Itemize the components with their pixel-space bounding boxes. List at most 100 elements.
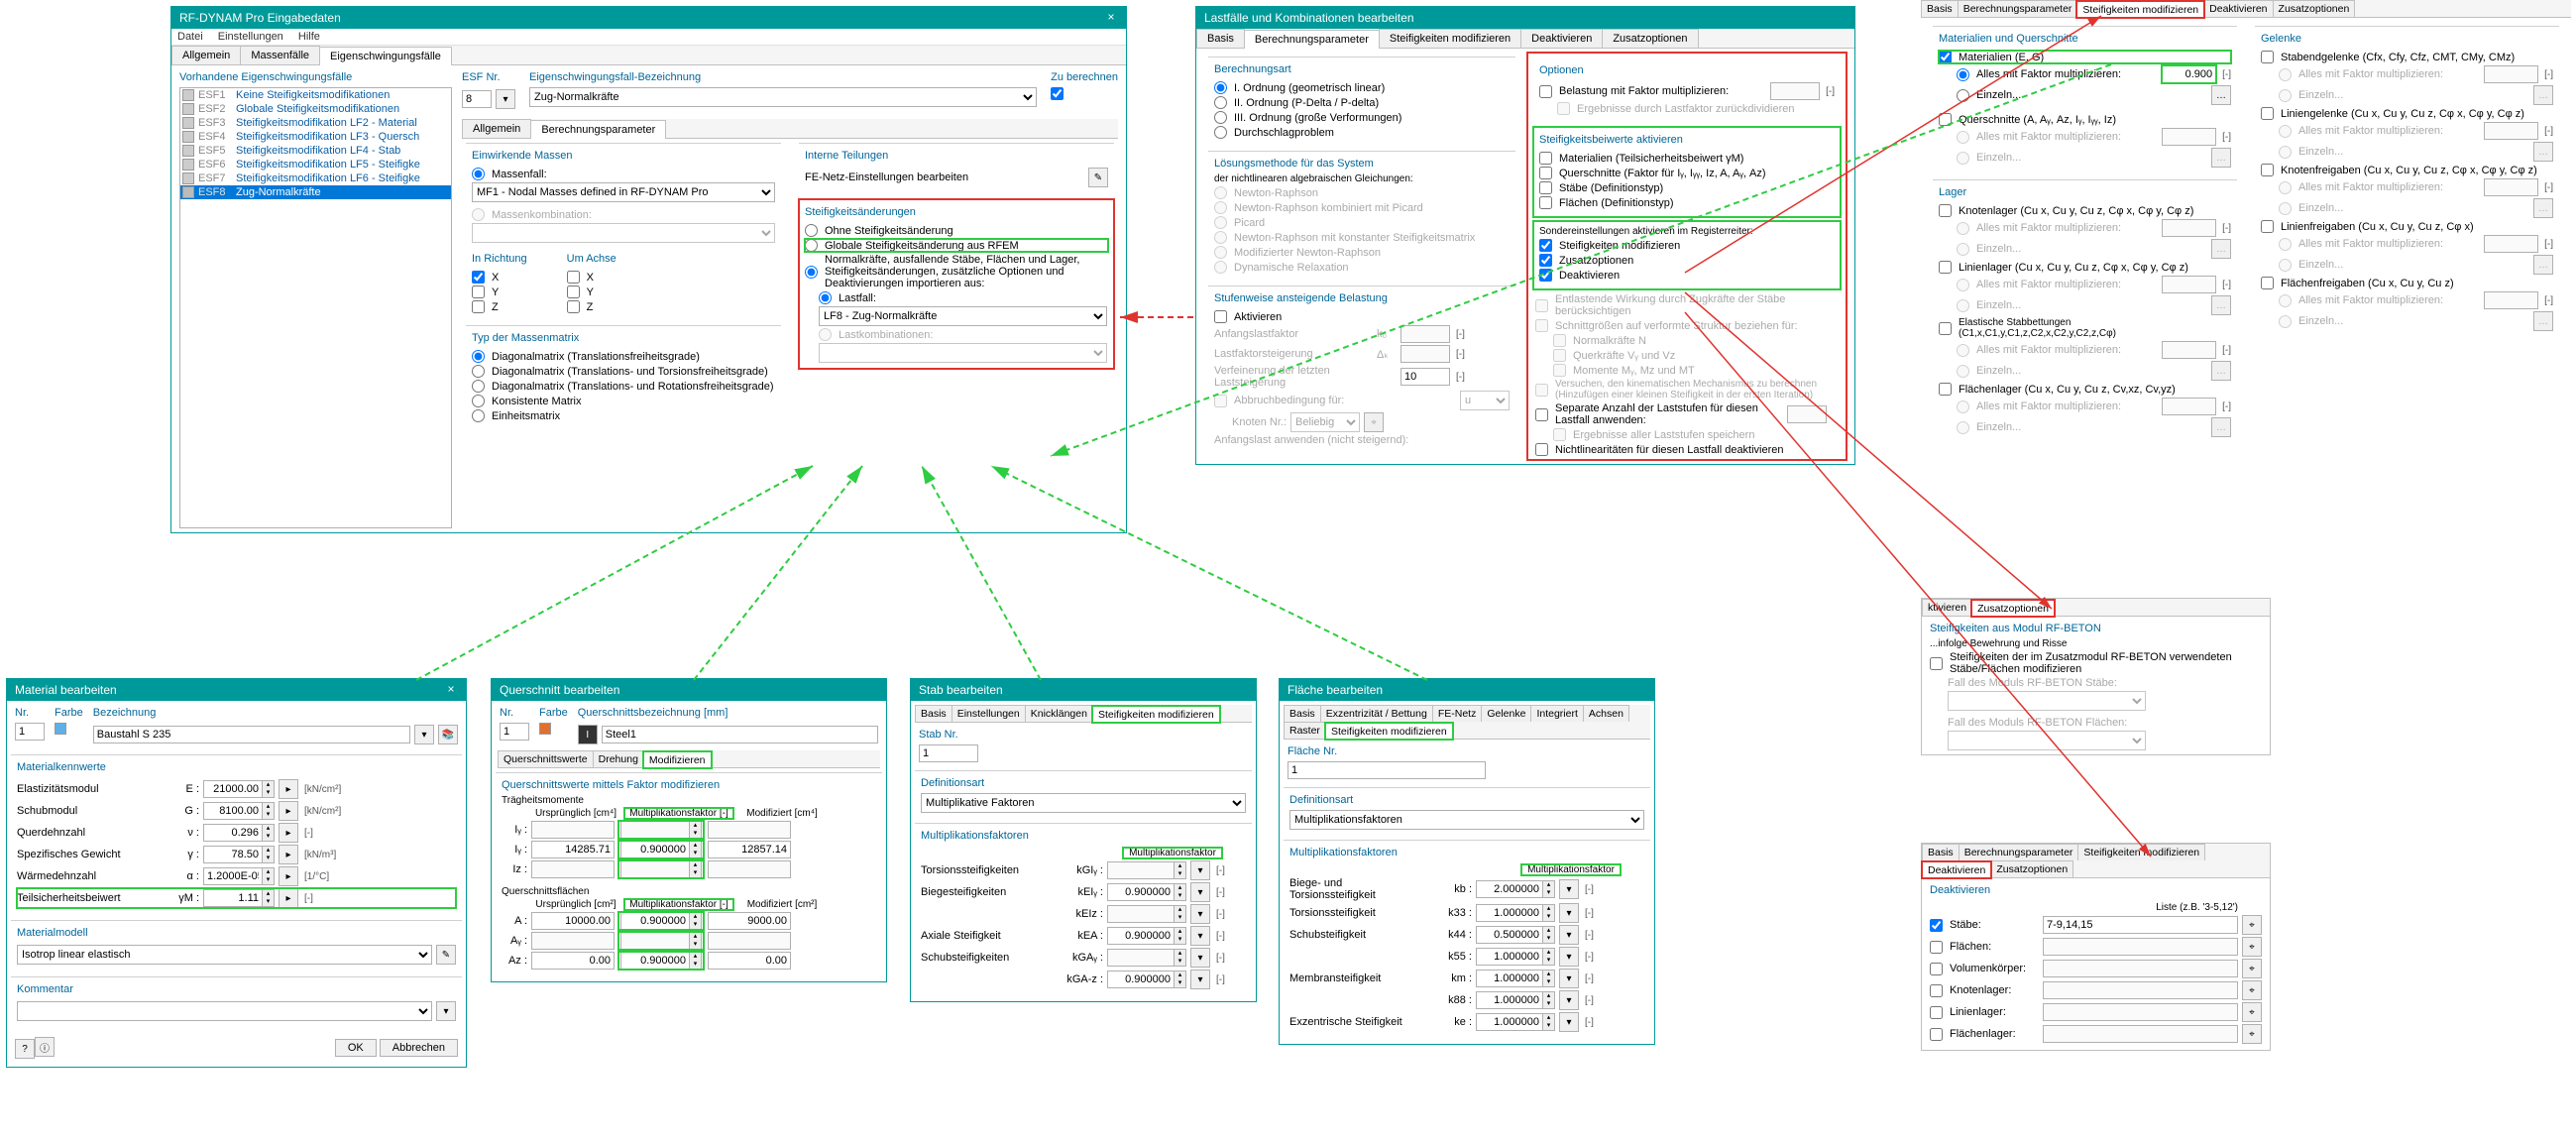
- typ-opt-4[interactable]: [472, 409, 485, 422]
- typ-opt-2[interactable]: [472, 380, 485, 393]
- extra-icon[interactable]: ▸: [279, 866, 298, 886]
- zu-tab-zusatz[interactable]: Zusatzoptionen: [1971, 600, 2055, 617]
- edit-icon[interactable]: …: [2211, 85, 2231, 105]
- dropdown-icon[interactable]: ▾: [1559, 947, 1579, 967]
- st-stabgel-chk[interactable]: [2261, 51, 2274, 63]
- esf-bez-select[interactable]: Zug-Normalkräfte: [529, 87, 1037, 107]
- massenfall-radio[interactable]: [472, 168, 485, 180]
- spinner-icon[interactable]: ▴▾: [1543, 904, 1555, 922]
- dropdown-icon[interactable]: ▾: [1190, 904, 1210, 924]
- ax-x-chk[interactable]: [567, 271, 580, 284]
- st-fllager-chk[interactable]: [1939, 383, 1952, 396]
- lf-tab-zusatz[interactable]: Zusatzoptionen: [1602, 29, 1698, 48]
- sonder-1[interactable]: [1539, 254, 1552, 267]
- deakt-row-chk[interactable]: [1930, 984, 1943, 997]
- dropdown-icon[interactable]: ▾: [1559, 903, 1579, 923]
- nichtlin-chk[interactable]: [1535, 443, 1548, 456]
- mat-row-input[interactable]: [203, 780, 263, 798]
- spinner-icon[interactable]: ▴▾: [1175, 949, 1186, 967]
- info-icon[interactable]: ⓘ: [35, 1037, 55, 1057]
- mat-row-input[interactable]: [203, 889, 263, 907]
- mat-nr-input[interactable]: [15, 723, 45, 741]
- mat-row-input[interactable]: [203, 867, 263, 885]
- fl-tab-1[interactable]: Exzentrizität / Bettung: [1320, 705, 1433, 722]
- factor-row-input[interactable]: [1476, 948, 1543, 966]
- spinner-icon[interactable]: ▴▾: [690, 932, 702, 950]
- tab-massenfaelle[interactable]: Massenfälle: [240, 46, 320, 64]
- fl-tab-steif[interactable]: Steifigkeiten modifizieren: [1325, 723, 1453, 740]
- library-icon[interactable]: 📚: [438, 725, 458, 744]
- factor-row-input[interactable]: [1476, 1013, 1543, 1031]
- st-mat-chk[interactable]: [1939, 51, 1952, 63]
- menu-file[interactable]: Datei: [177, 31, 203, 43]
- sonder-2[interactable]: [1539, 269, 1552, 282]
- deakt-row-chk[interactable]: [1930, 941, 1943, 954]
- deakt-row-chk[interactable]: [1930, 919, 1943, 932]
- fl-def-select[interactable]: Multiplikationsfaktoren: [1289, 810, 1644, 830]
- spinner-icon[interactable]: ▴▾: [1543, 880, 1555, 898]
- stab-tab-knick[interactable]: Knicklängen: [1025, 705, 1093, 722]
- mat-bez-input[interactable]: [93, 726, 410, 743]
- mat-kommentar-input[interactable]: [17, 1001, 432, 1021]
- esf-nr-input[interactable]: [462, 90, 492, 108]
- berech-2[interactable]: [1214, 111, 1227, 124]
- dir-y-chk[interactable]: [472, 286, 485, 298]
- factor-row-input[interactable]: [1476, 970, 1543, 987]
- mat-color-swatch[interactable]: [55, 723, 66, 735]
- stab-tab-einst[interactable]: Einstellungen: [952, 705, 1026, 722]
- spinner-icon[interactable]: ▴▾: [1543, 991, 1555, 1009]
- section-icon[interactable]: I: [578, 725, 598, 744]
- spinner-icon[interactable]: ▴▾: [690, 821, 702, 839]
- qs-nr-input[interactable]: [500, 723, 529, 741]
- separat-chk[interactable]: [1535, 408, 1548, 421]
- de-tab-deakt[interactable]: Deaktivieren: [1922, 861, 1991, 878]
- factor-row-input[interactable]: [1107, 927, 1175, 945]
- spinner-icon[interactable]: ▴▾: [1543, 926, 1555, 944]
- steifakt-1[interactable]: [1539, 167, 1552, 179]
- dropdown-icon[interactable]: ▾: [1559, 1012, 1579, 1032]
- zu-tab-prev[interactable]: ktivieren: [1922, 599, 1972, 616]
- sonder-0[interactable]: [1539, 239, 1552, 252]
- steifakt-2[interactable]: [1539, 181, 1552, 194]
- fl-tab-0[interactable]: Basis: [1284, 705, 1321, 722]
- deakt-row-input[interactable]: [2043, 916, 2238, 934]
- zu-berechnen-chk[interactable]: [1051, 87, 1064, 100]
- stab-nr-input[interactable]: [919, 744, 978, 762]
- st-mat-einzeln[interactable]: [1957, 89, 1969, 102]
- spinner-icon[interactable]: ▴▾: [690, 952, 702, 970]
- subtab-allgemein[interactable]: Allgemein: [462, 119, 531, 138]
- dropdown-icon[interactable]: ▾: [436, 1001, 456, 1021]
- qs-factor-input[interactable]: [620, 912, 690, 930]
- extra-icon[interactable]: ▸: [279, 888, 298, 908]
- pick-icon[interactable]: ⌖: [2242, 980, 2262, 1000]
- lf-tab-deakt[interactable]: Deaktivieren: [1520, 29, 1603, 48]
- st-tab-deakt[interactable]: Deaktivieren: [2203, 0, 2273, 17]
- st-mat-factor-input[interactable]: [2162, 65, 2216, 83]
- verfeinerung-input[interactable]: [1400, 368, 1450, 386]
- spinner-icon[interactable]: ▴▾: [1175, 971, 1186, 988]
- edit-icon[interactable]: ✎: [436, 945, 456, 965]
- dropdown-icon[interactable]: ▾: [1190, 860, 1210, 880]
- st-tab-zusatz[interactable]: Zusatzoptionen: [2273, 0, 2356, 17]
- esf-list[interactable]: ESF1Keine Steifigkeitsmodifikationen ESF…: [179, 87, 452, 528]
- lastfall-select[interactable]: LF8 - Zug-Normalkräfte: [819, 306, 1107, 326]
- spinner-icon[interactable]: ▴▾: [1543, 948, 1555, 966]
- st-knotenfrei-chk[interactable]: [2261, 164, 2274, 176]
- ok-button[interactable]: OK: [335, 1039, 377, 1057]
- dir-z-chk[interactable]: [472, 300, 485, 313]
- dropdown-icon[interactable]: ▾: [1559, 879, 1579, 899]
- stab-tab-steif[interactable]: Steifigkeiten modifizieren: [1092, 706, 1220, 723]
- fl-nr-input[interactable]: [1288, 761, 1486, 779]
- pick-icon[interactable]: ⌖: [2242, 1024, 2262, 1044]
- esf-nr-stepper-icon[interactable]: ▾: [496, 89, 515, 109]
- qs-factor-input[interactable]: [620, 952, 690, 970]
- steifakt-3[interactable]: [1539, 196, 1552, 209]
- pick-icon[interactable]: ⌖: [2242, 1002, 2262, 1022]
- qs-color-swatch[interactable]: [539, 723, 551, 735]
- lastfall-radio[interactable]: [819, 291, 832, 304]
- spinner-icon[interactable]: ▴▾: [263, 802, 275, 820]
- menu-settings[interactable]: Einstellungen: [218, 31, 283, 43]
- dropdown-icon[interactable]: ▾: [1559, 990, 1579, 1010]
- qs-orig-input[interactable]: [531, 841, 615, 858]
- de-tab-berech[interactable]: Berechnungsparameter: [1959, 844, 2079, 860]
